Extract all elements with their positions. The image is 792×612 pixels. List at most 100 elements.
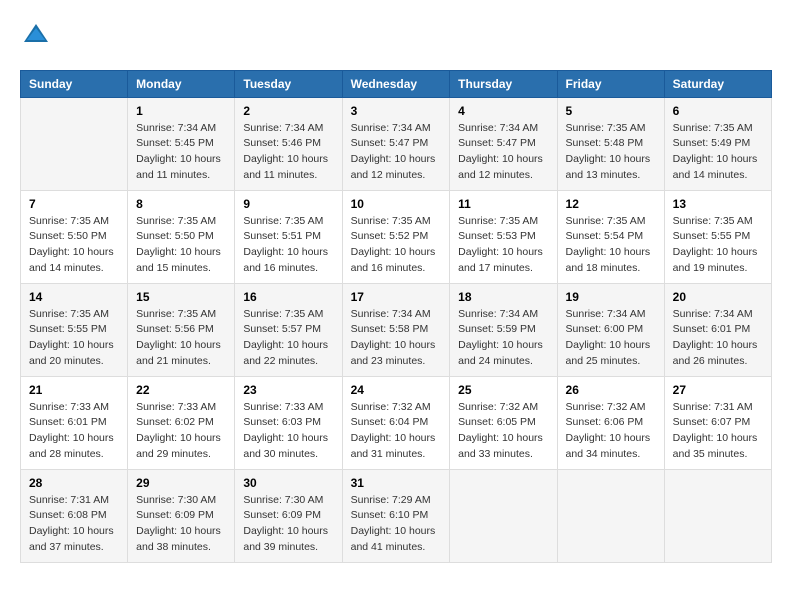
- day-info: Sunrise: 7:32 AMSunset: 6:06 PMDaylight:…: [566, 400, 656, 463]
- day-number: 20: [673, 290, 763, 304]
- day-info: Sunrise: 7:34 AMSunset: 5:47 PMDaylight:…: [458, 121, 548, 184]
- calendar-cell: 9 Sunrise: 7:35 AMSunset: 5:51 PMDaylight…: [235, 190, 342, 283]
- day-info: Sunrise: 7:34 AMSunset: 6:01 PMDaylight:…: [673, 307, 763, 370]
- day-number: 24: [351, 383, 442, 397]
- day-number: 23: [243, 383, 333, 397]
- calendar-cell: 14 Sunrise: 7:35 AMSunset: 5:55 PMDayligh…: [21, 283, 128, 376]
- calendar-cell: 23Sunrise: 7:33 AMSunset: 6:03 PMDayligh…: [235, 376, 342, 469]
- calendar-cell: 17 Sunrise: 7:34 AMSunset: 5:58 PMDayligh…: [342, 283, 450, 376]
- day-number: 31: [351, 476, 442, 490]
- day-number: 6: [673, 104, 763, 118]
- calendar-cell: 22 Sunrise: 7:33 AMSunset: 6:02 PMDayligh…: [128, 376, 235, 469]
- day-info: Sunrise: 7:34 AMSunset: 5:59 PMDaylight:…: [458, 307, 548, 370]
- day-info: Sunrise: 7:35 AMSunset: 5:50 PMDaylight:…: [29, 214, 119, 277]
- calendar-cell: 1Sunrise: 7:34 AMSunset: 5:45 PMDaylight…: [128, 97, 235, 190]
- weekday-header-row: Sunday Monday Tuesday Wednesday Thursday…: [21, 70, 772, 97]
- day-number: 2: [243, 104, 333, 118]
- day-number: 5: [566, 104, 656, 118]
- day-number: 30: [243, 476, 333, 490]
- calendar-cell: 10Sunrise: 7:35 AMSunset: 5:52 PMDayligh…: [342, 190, 450, 283]
- calendar-cell: 28Sunrise: 7:31 AMSunset: 6:08 PMDayligh…: [21, 469, 128, 562]
- header-wednesday: Wednesday: [342, 70, 450, 97]
- calendar-cell: 13 Sunrise: 7:35 AMSunset: 5:55 PMDayligh…: [664, 190, 771, 283]
- header-thursday: Thursday: [450, 70, 557, 97]
- day-number: 13: [673, 197, 763, 211]
- calendar-cell: 7Sunrise: 7:35 AMSunset: 5:50 PMDaylight…: [21, 190, 128, 283]
- calendar-cell: 27 Sunrise: 7:31 AMSunset: 6:07 PMDayligh…: [664, 376, 771, 469]
- calendar-week-row: 1Sunrise: 7:34 AMSunset: 5:45 PMDaylight…: [21, 97, 772, 190]
- page-header: [20, 20, 772, 54]
- calendar-cell: 8 Sunrise: 7:35 AMSunset: 5:50 PMDaylight…: [128, 190, 235, 283]
- header-monday: Monday: [128, 70, 235, 97]
- day-number: 11: [458, 197, 548, 211]
- day-info: Sunrise: 7:35 AMSunset: 5:55 PMDaylight:…: [673, 214, 763, 277]
- calendar-cell: [450, 469, 557, 562]
- day-number: 21: [29, 383, 119, 397]
- day-number: 14: [29, 290, 119, 304]
- day-number: 4: [458, 104, 548, 118]
- calendar-cell: 25 Sunrise: 7:32 AMSunset: 6:05 PMDayligh…: [450, 376, 557, 469]
- calendar-week-row: 7Sunrise: 7:35 AMSunset: 5:50 PMDaylight…: [21, 190, 772, 283]
- logo-icon: [22, 20, 50, 48]
- day-number: 22: [136, 383, 226, 397]
- day-number: 25: [458, 383, 548, 397]
- day-info: Sunrise: 7:33 AMSunset: 6:02 PMDaylight:…: [136, 400, 226, 463]
- day-info: Sunrise: 7:32 AMSunset: 6:04 PMDaylight:…: [351, 400, 442, 463]
- day-number: 26: [566, 383, 656, 397]
- calendar-cell: 30Sunrise: 7:30 AMSunset: 6:09 PMDayligh…: [235, 469, 342, 562]
- calendar-cell: [664, 469, 771, 562]
- day-number: 17: [351, 290, 442, 304]
- day-info: Sunrise: 7:29 AMSunset: 6:10 PMDaylight:…: [351, 493, 442, 556]
- calendar-cell: 4 Sunrise: 7:34 AMSunset: 5:47 PMDaylight…: [450, 97, 557, 190]
- day-info: Sunrise: 7:35 AMSunset: 5:55 PMDaylight:…: [29, 307, 119, 370]
- calendar-cell: 29Sunrise: 7:30 AMSunset: 6:09 PMDayligh…: [128, 469, 235, 562]
- day-number: 15: [136, 290, 226, 304]
- day-number: 19: [566, 290, 656, 304]
- day-info: Sunrise: 7:35 AMSunset: 5:50 PMDaylight:…: [136, 214, 226, 277]
- day-info: Sunrise: 7:35 AMSunset: 5:48 PMDaylight:…: [566, 121, 656, 184]
- day-info: Sunrise: 7:33 AMSunset: 6:01 PMDaylight:…: [29, 400, 119, 463]
- calendar-cell: 16 Sunrise: 7:35 AMSunset: 5:57 PMDayligh…: [235, 283, 342, 376]
- header-tuesday: Tuesday: [235, 70, 342, 97]
- header-sunday: Sunday: [21, 70, 128, 97]
- calendar-cell: 26 Sunrise: 7:32 AMSunset: 6:06 PMDayligh…: [557, 376, 664, 469]
- calendar-cell: 21 Sunrise: 7:33 AMSunset: 6:01 PMDayligh…: [21, 376, 128, 469]
- calendar-week-row: 28Sunrise: 7:31 AMSunset: 6:08 PMDayligh…: [21, 469, 772, 562]
- day-number: 8: [136, 197, 226, 211]
- day-number: 1: [136, 104, 226, 118]
- day-info: Sunrise: 7:31 AMSunset: 6:08 PMDaylight:…: [29, 493, 119, 556]
- day-number: 16: [243, 290, 333, 304]
- day-info: Sunrise: 7:35 AMSunset: 5:56 PMDaylight:…: [136, 307, 226, 370]
- calendar-week-row: 14 Sunrise: 7:35 AMSunset: 5:55 PMDayligh…: [21, 283, 772, 376]
- day-info: Sunrise: 7:34 AMSunset: 5:47 PMDaylight:…: [351, 121, 442, 184]
- day-info: Sunrise: 7:35 AMSunset: 5:52 PMDaylight:…: [351, 214, 442, 277]
- day-info: Sunrise: 7:35 AMSunset: 5:54 PMDaylight:…: [566, 214, 656, 277]
- calendar-cell: 20 Sunrise: 7:34 AMSunset: 6:01 PMDayligh…: [664, 283, 771, 376]
- calendar-cell: 19 Sunrise: 7:34 AMSunset: 6:00 PMDayligh…: [557, 283, 664, 376]
- day-info: Sunrise: 7:35 AMSunset: 5:49 PMDaylight:…: [673, 121, 763, 184]
- day-info: Sunrise: 7:35 AMSunset: 5:51 PMDaylight:…: [243, 214, 333, 277]
- logo: [20, 20, 50, 54]
- day-info: Sunrise: 7:34 AMSunset: 5:46 PMDaylight:…: [243, 121, 333, 184]
- day-info: Sunrise: 7:31 AMSunset: 6:07 PMDaylight:…: [673, 400, 763, 463]
- calendar-cell: 2 Sunrise: 7:34 AMSunset: 5:46 PMDaylight…: [235, 97, 342, 190]
- day-number: 3: [351, 104, 442, 118]
- calendar-cell: 3 Sunrise: 7:34 AMSunset: 5:47 PMDaylight…: [342, 97, 450, 190]
- calendar-cell: 6 Sunrise: 7:35 AMSunset: 5:49 PMDaylight…: [664, 97, 771, 190]
- calendar-cell: 24 Sunrise: 7:32 AMSunset: 6:04 PMDayligh…: [342, 376, 450, 469]
- calendar-cell: 5 Sunrise: 7:35 AMSunset: 5:48 PMDaylight…: [557, 97, 664, 190]
- day-info: Sunrise: 7:35 AMSunset: 5:57 PMDaylight:…: [243, 307, 333, 370]
- day-info: Sunrise: 7:35 AMSunset: 5:53 PMDaylight:…: [458, 214, 548, 277]
- calendar-week-row: 21 Sunrise: 7:33 AMSunset: 6:01 PMDayligh…: [21, 376, 772, 469]
- day-info: Sunrise: 7:32 AMSunset: 6:05 PMDaylight:…: [458, 400, 548, 463]
- calendar-cell: 31 Sunrise: 7:29 AMSunset: 6:10 PMDayligh…: [342, 469, 450, 562]
- day-number: 27: [673, 383, 763, 397]
- day-number: 9: [243, 197, 333, 211]
- calendar-table: Sunday Monday Tuesday Wednesday Thursday…: [20, 70, 772, 563]
- calendar-cell: 11 Sunrise: 7:35 AMSunset: 5:53 PMDayligh…: [450, 190, 557, 283]
- day-info: Sunrise: 7:34 AMSunset: 6:00 PMDaylight:…: [566, 307, 656, 370]
- day-info: Sunrise: 7:34 AMSunset: 5:58 PMDaylight:…: [351, 307, 442, 370]
- calendar-cell: [557, 469, 664, 562]
- day-number: 29: [136, 476, 226, 490]
- header-saturday: Saturday: [664, 70, 771, 97]
